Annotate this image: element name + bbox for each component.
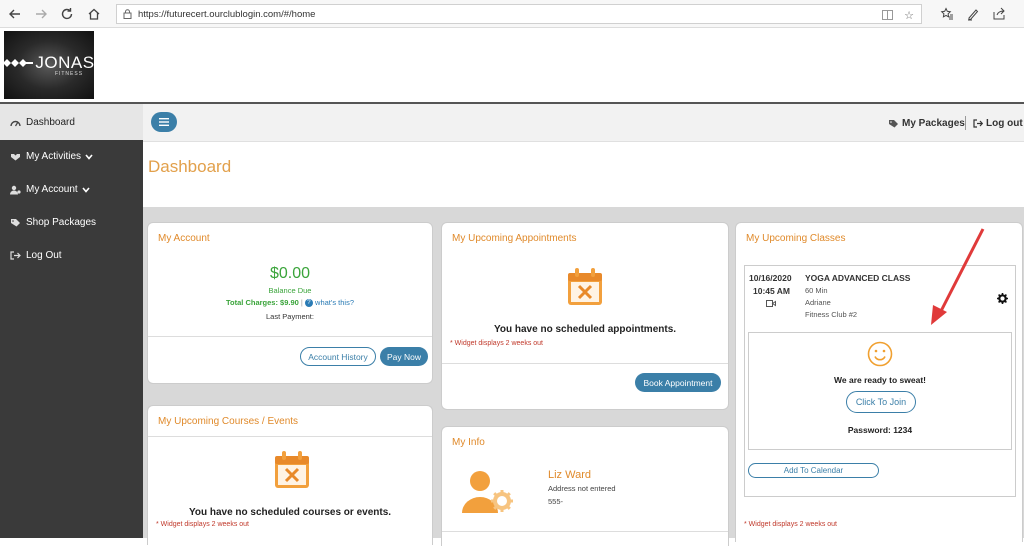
courses-card: My Upcoming Courses / Events You have no… <box>147 405 433 545</box>
total-charges-row: Total Charges: $9.90 | ? what's this? <box>148 298 432 308</box>
sidebar-item-label: My Account <box>26 184 78 195</box>
my-packages-label: My Packages <box>902 118 965 129</box>
back-arrow-icon[interactable] <box>6 5 24 23</box>
browser-toolbar: https://futurecert.ourclublogin.com/#/ho… <box>0 0 1024 28</box>
sidebar-item-my-account[interactable]: My Account <box>0 173 143 206</box>
member-phone: 555- <box>548 497 564 506</box>
chevron-down-icon <box>85 153 93 160</box>
class-duration: 60 Min <box>805 286 828 295</box>
calendar-x-icon <box>273 450 311 490</box>
account-history-button[interactable]: Account History <box>300 347 376 366</box>
reading-view-icon[interactable] <box>879 7 895 23</box>
book-appointment-button[interactable]: Book Appointment <box>635 373 721 392</box>
add-to-calendar-button[interactable]: Add To Calendar <box>748 463 879 478</box>
refresh-icon[interactable] <box>58 5 76 23</box>
topbar-separator <box>965 116 966 130</box>
card-divider <box>442 363 728 364</box>
log-out-label: Log out <box>986 118 1023 129</box>
dashboard-panel: My Account $0.00 Balance Due Total Charg… <box>143 207 1024 546</box>
share-icon[interactable] <box>990 5 1008 23</box>
calendar-x-icon <box>566 267 604 307</box>
card-title: My Upcoming Appointments <box>452 233 577 244</box>
balance-label: Balance Due <box>268 286 312 295</box>
member-address: Address not entered <box>548 484 616 493</box>
sidebar-item-label: My Activities <box>26 151 82 162</box>
card-title: My Upcoming Classes <box>746 233 846 244</box>
card-divider <box>148 336 432 337</box>
lock-icon <box>123 9 132 19</box>
click-to-join-button[interactable]: Click To Join <box>846 391 916 413</box>
card-divider <box>148 436 432 437</box>
tag-icon <box>10 218 22 227</box>
hamburger-menu-button[interactable] <box>151 112 177 132</box>
question-circle-icon: ? <box>304 299 313 308</box>
user-gear-icon <box>462 469 514 515</box>
class-instructor: Adriane <box>805 298 831 307</box>
sidebar-item-my-activities[interactable]: My Activities <box>0 140 143 173</box>
activities-icon <box>10 152 22 161</box>
my-info-card: My Info Liz Ward Address not entered 555… <box>441 426 729 546</box>
favorite-star-icon[interactable]: ☆ <box>901 7 917 23</box>
page-title: Dashboard <box>148 157 232 176</box>
logout-icon <box>973 119 983 128</box>
member-name: Liz Ward <box>548 469 591 481</box>
video-camera-icon <box>766 300 776 307</box>
class-password: Password: 1234 <box>847 425 913 435</box>
my-packages-link[interactable]: My Packages <box>888 118 965 129</box>
favorites-list-icon[interactable] <box>938 5 956 23</box>
logo-diamonds-icon <box>3 59 34 67</box>
log-out-link[interactable]: Log out <box>973 118 1023 129</box>
empty-courses-message: You have no scheduled courses or events. <box>188 507 392 518</box>
chevron-down-icon <box>82 186 90 193</box>
sidebar-item-label: Shop Packages <box>26 217 97 228</box>
card-title: My Account <box>158 233 210 244</box>
card-title: My Info <box>452 437 485 448</box>
total-charges: Total Charges: $9.90 <box>226 298 299 307</box>
sidebar-item-dashboard[interactable]: Dashboard <box>0 104 143 140</box>
balance-amount: $0.00 <box>269 265 311 282</box>
last-payment: Last Payment: <box>266 312 314 321</box>
card-divider <box>442 531 728 532</box>
annotation-arrow-icon <box>931 228 985 325</box>
logo-subtext: FITNESS <box>54 71 84 77</box>
class-location: Fitness Club #2 <box>805 310 858 319</box>
my-account-card: My Account $0.00 Balance Due Total Charg… <box>147 222 433 384</box>
smiley-icon <box>867 341 893 367</box>
gear-icon[interactable] <box>997 293 1008 304</box>
appointments-card: My Upcoming Appointments You have no sch… <box>441 222 729 410</box>
separator: | <box>300 298 303 307</box>
url-text: https://futurecert.ourclublogin.com/#/ho… <box>138 8 316 20</box>
logo-word: JONAS <box>35 53 95 72</box>
sidebar-item-shop-packages[interactable]: Shop Packages <box>0 206 143 239</box>
join-panel: We are ready to sweat! Click To Join Pas… <box>748 332 1012 450</box>
address-bar[interactable]: https://futurecert.ourclublogin.com/#/ho… <box>116 4 922 24</box>
main-topbar: My Packages Log out <box>143 104 1024 142</box>
pen-icon[interactable] <box>964 5 982 23</box>
widget-note: * Widget displays 2 weeks out <box>744 521 837 528</box>
whats-this-link[interactable]: what's this? <box>315 298 354 307</box>
logout-icon <box>10 251 22 260</box>
sidebar-item-log-out[interactable]: Log Out <box>0 239 143 272</box>
account-icon <box>10 185 22 195</box>
hamburger-icon <box>159 118 169 126</box>
forward-arrow-icon[interactable] <box>32 5 50 23</box>
sidebar-item-label: Dashboard <box>26 116 75 128</box>
home-icon[interactable] <box>85 5 103 23</box>
class-time: 10:45 AM <box>753 286 791 296</box>
widget-note: * Widget displays 2 weeks out <box>450 340 543 347</box>
class-name: YOGA ADVANCED CLASS <box>805 273 911 283</box>
jonas-fitness-logo[interactable]: JONAS FITNESS <box>3 31 95 99</box>
pay-now-button[interactable]: Pay Now <box>380 347 428 366</box>
sidebar-item-label: Log Out <box>26 250 62 261</box>
card-title: My Upcoming Courses / Events <box>158 416 299 427</box>
sidebar: Dashboard My Activities My Account Shop … <box>0 104 143 538</box>
widget-note: * Widget displays 2 weeks out <box>156 521 249 528</box>
class-date: 10/16/2020 <box>749 273 792 283</box>
ready-message: We are ready to sweat! <box>834 375 926 385</box>
empty-appointments-message: You have no scheduled appointments. <box>493 324 677 335</box>
tag-icon <box>888 119 899 128</box>
tachometer-icon <box>10 118 22 127</box>
